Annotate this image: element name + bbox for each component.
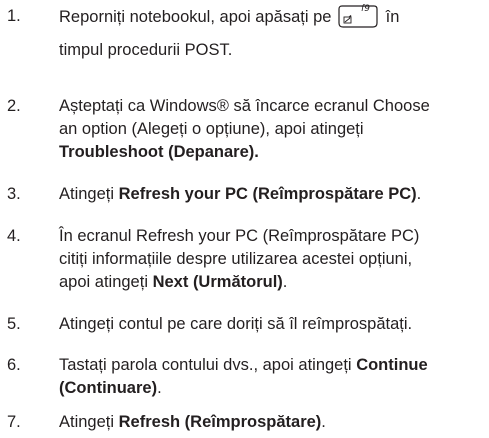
step-number: 6. xyxy=(7,356,21,374)
step-number: 4. xyxy=(7,227,21,245)
step-text-segment: . xyxy=(416,185,422,203)
step-line: Tastați parola contului dvs., apoi ating… xyxy=(59,354,487,377)
step-text: Atingeți contul pe care doriți să îl reî… xyxy=(59,315,413,333)
step-line: Reporniți notebookul, apoi apăsați pe f9… xyxy=(59,4,487,39)
step-text-segment: . xyxy=(282,273,288,291)
step-number: 7. xyxy=(7,413,21,431)
step-text-bold: Next (Următorul) xyxy=(152,273,283,291)
step-number: 5. xyxy=(7,315,21,333)
step-line: Așteptați ca Windows® să încarce ecranul… xyxy=(59,97,430,115)
step-text-segment: . xyxy=(321,413,326,431)
step-text-segment: în xyxy=(385,8,400,26)
step-line: (Continuare). xyxy=(59,377,487,400)
step-number: 3. xyxy=(7,185,21,203)
step-text: În ecranul Refresh your PC (Reîmprospăta… xyxy=(59,225,487,294)
step-text: Reporniți notebookul, apoi apăsați pe f9… xyxy=(59,4,487,62)
step-number: 1. xyxy=(7,7,21,25)
function-key-label: f9 xyxy=(361,4,370,14)
step-text-segment: apoi atingeți xyxy=(59,273,148,291)
step-text-bold: Refresh (Reîmprospătare) xyxy=(118,413,322,431)
step-text-segment: . xyxy=(157,379,162,397)
step-text: Atingeți Refresh (Reîmprospătare). xyxy=(59,411,487,434)
step-text-segment: Reporniți notebookul, apoi apăsați pe xyxy=(59,8,332,26)
step-line: an option (Alegeți o opțiune), apoi atin… xyxy=(59,120,364,138)
step-line: În ecranul Refresh your PC (Reîmprospăta… xyxy=(59,227,420,245)
step-text-segment: Tastați parola contului dvs., apoi ating… xyxy=(59,356,352,374)
step-text-segment: Atingeți xyxy=(59,185,115,203)
step-text-segment: Atingeți xyxy=(59,413,115,431)
step-text-bold: (Continuare) xyxy=(59,379,158,397)
step-line-bold: Troubleshoot (Depanare). xyxy=(59,143,259,161)
step-text-bold: Refresh your PC (Reîmprospătare PC) xyxy=(118,185,417,203)
step-text: Atingeți Refresh your PC (Reîmprospătare… xyxy=(59,183,487,206)
step-number: 2. xyxy=(7,97,21,115)
step-text: Tastați parola contului dvs., apoi ating… xyxy=(59,354,487,400)
f9-function-key-icon: f9 xyxy=(338,4,378,29)
step-line: timpul procedurii POST. xyxy=(59,41,233,59)
step-line: citiți informațiile despre utilizarea ac… xyxy=(59,250,413,268)
step-line: apoi atingeți Next (Următorul). xyxy=(59,271,487,294)
step-text-bold: Continue xyxy=(356,356,428,374)
step-text: Așteptați ca Windows® să încarce ecranul… xyxy=(59,95,487,164)
